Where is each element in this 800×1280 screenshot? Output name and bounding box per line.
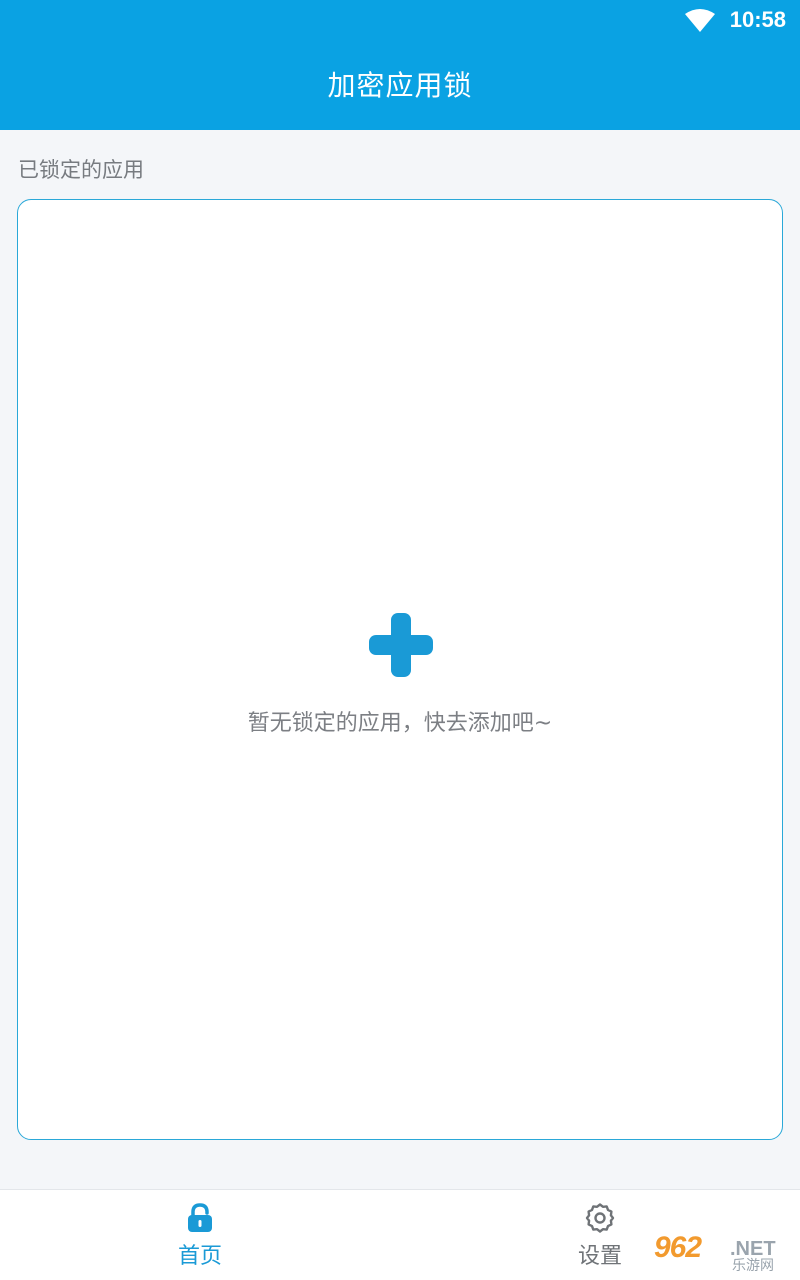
plus-icon xyxy=(369,613,433,677)
gear-icon xyxy=(585,1203,615,1233)
watermark-suffix: .NET xyxy=(730,1238,776,1260)
locked-apps-card: 暂无锁定的应用，快去添加吧~ xyxy=(17,199,783,1140)
watermark-sub: 乐游网 xyxy=(732,1258,774,1274)
watermark-logo: 962 .NET 乐游网 xyxy=(654,1232,794,1276)
nav-label-home: 首页 xyxy=(177,1244,222,1269)
section-label: 已锁定的应用 xyxy=(18,158,144,182)
page-title: 加密应用锁 xyxy=(327,69,473,102)
add-app-button[interactable] xyxy=(367,611,435,679)
lock-icon xyxy=(188,1203,212,1232)
watermark-main: 962 xyxy=(654,1231,702,1264)
screen: 10:58 加密应用锁 已锁定的应用 暂无锁定的应用，快去添加吧~ 首页 设置 … xyxy=(0,0,800,1280)
wifi-icon xyxy=(685,9,715,32)
empty-state-message: 暂无锁定的应用，快去添加吧~ xyxy=(247,711,553,736)
nav-item-home[interactable]: 首页 xyxy=(100,1190,300,1280)
status-time: 10:58 xyxy=(729,7,786,32)
app-header: 10:58 加密应用锁 xyxy=(0,0,800,130)
status-bar: 10:58 xyxy=(0,0,800,40)
